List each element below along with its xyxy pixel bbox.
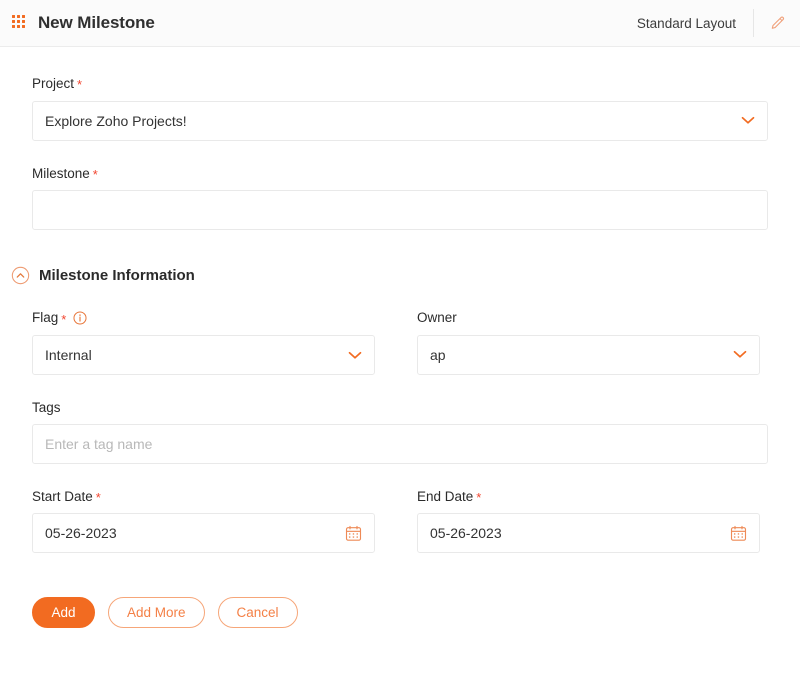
owner-label: Owner <box>417 310 457 325</box>
project-required-asterisk: * <box>77 77 83 93</box>
start-date-required-asterisk: * <box>95 489 101 505</box>
milestone-label-row: Milestone * <box>32 165 768 182</box>
end-date-calendar-button[interactable] <box>730 525 747 542</box>
project-select[interactable]: Explore Zoho Projects! <box>32 100 768 141</box>
start-date-input[interactable]: 05-26-2023 <box>32 513 375 553</box>
calendar-icon <box>345 525 362 541</box>
section-title: Milestone Information <box>39 267 195 284</box>
flag-value: Internal <box>45 347 92 363</box>
milestone-required-asterisk: * <box>92 166 98 182</box>
add-button[interactable]: Add <box>32 597 95 628</box>
end-date-label-row: End Date * <box>417 488 760 505</box>
flag-info-button[interactable] <box>73 311 87 325</box>
start-date-label: Start Date <box>32 488 93 504</box>
project-value: Explore Zoho Projects! <box>45 112 187 129</box>
start-date-label-row: Start Date * <box>32 488 375 505</box>
chevron-down-icon <box>741 116 755 124</box>
flag-chevron-down-icon[interactable] <box>348 351 362 360</box>
form-actions: Add Add More Cancel <box>32 597 768 628</box>
end-date-label: End Date <box>417 488 474 504</box>
field-project: Project * Explore Zoho Projects! <box>32 77 768 141</box>
chevron-up-circle-icon <box>11 266 30 285</box>
add-more-button[interactable]: Add More <box>108 597 205 628</box>
row-flag-owner: Flag * Internal Owner ap <box>32 311 768 375</box>
field-owner: Owner ap <box>417 311 760 375</box>
apps-grid-icon[interactable] <box>12 15 28 31</box>
section-collapse-button[interactable] <box>11 266 30 285</box>
pencil-edit-icon <box>771 16 784 29</box>
flag-required-asterisk: * <box>61 311 67 327</box>
tags-label: Tags <box>32 400 61 415</box>
flag-select[interactable]: Internal <box>32 335 375 375</box>
flag-label: Flag <box>32 310 59 326</box>
project-label-row: Project * <box>32 77 768 91</box>
chevron-down-icon <box>733 350 747 358</box>
project-chevron-down-icon[interactable] <box>741 116 755 125</box>
header-right-group: Standard Layout <box>637 0 800 46</box>
milestone-information-section-header: Milestone Information <box>11 266 768 285</box>
field-flag: Flag * Internal <box>32 311 375 375</box>
owner-label-row: Owner <box>417 311 760 325</box>
tags-placeholder: Enter a tag name <box>45 435 153 452</box>
tags-input[interactable]: Enter a tag name <box>32 423 768 464</box>
chevron-down-icon <box>348 351 362 359</box>
field-start-date: Start Date * 05-26-2023 <box>32 488 375 553</box>
flag-label-row: Flag * <box>32 310 375 327</box>
calendar-icon <box>730 525 747 541</box>
layout-name-label: Standard Layout <box>636 15 736 31</box>
info-circle-icon <box>73 311 87 325</box>
start-date-calendar-button[interactable] <box>345 525 362 542</box>
row-start-end-date: Start Date * 05-26-2023 End Date * 05-26… <box>32 488 768 553</box>
field-milestone: Milestone * <box>32 165 768 230</box>
end-date-input[interactable]: 05-26-2023 <box>417 513 760 553</box>
owner-chevron-down-icon[interactable] <box>733 350 747 359</box>
tags-label-row: Tags <box>32 401 768 415</box>
end-date-value: 05-26-2023 <box>430 525 502 541</box>
field-tags: Tags Enter a tag name <box>32 401 768 464</box>
project-label: Project <box>32 76 75 91</box>
new-milestone-page: New Milestone Standard Layout Project * … <box>0 0 800 690</box>
owner-value: ap <box>430 346 446 363</box>
start-date-value: 05-26-2023 <box>45 525 117 541</box>
milestone-input[interactable] <box>32 190 768 230</box>
page-header: New Milestone Standard Layout <box>0 0 800 47</box>
field-end-date: End Date * 05-26-2023 <box>417 488 760 553</box>
edit-layout-button[interactable] <box>754 0 800 46</box>
milestone-label: Milestone <box>32 165 90 181</box>
end-date-required-asterisk: * <box>476 489 482 505</box>
form-body: Project * Explore Zoho Projects! Milesto… <box>0 77 800 628</box>
page-title: New Milestone <box>38 13 155 32</box>
owner-select[interactable]: ap <box>417 334 760 375</box>
cancel-button[interactable]: Cancel <box>217 597 298 628</box>
